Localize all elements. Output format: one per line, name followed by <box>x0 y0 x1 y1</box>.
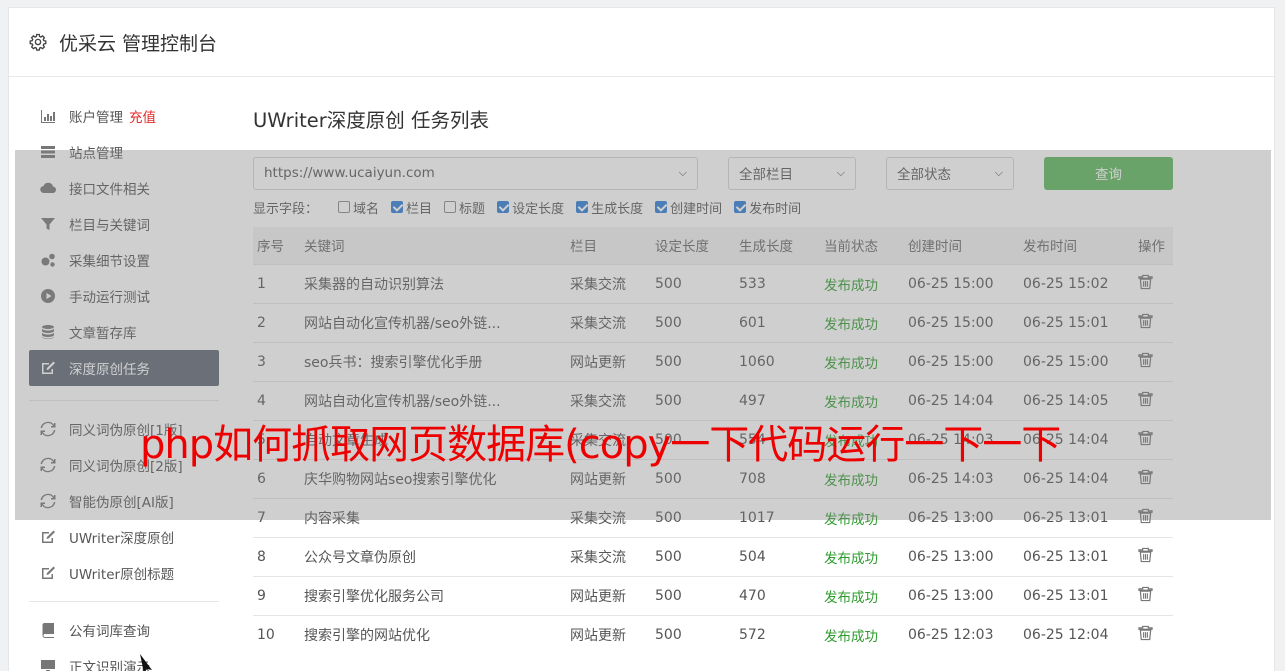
sidebar-divider <box>29 601 219 602</box>
cell-gen-length: 470 <box>735 575 820 615</box>
edit-icon <box>39 529 57 545</box>
cell-actions <box>1134 575 1173 615</box>
sidebar-item-account[interactable]: 账户管理 充值 <box>29 98 219 134</box>
cell-column: 采集交流 <box>566 536 651 576</box>
gear-icon <box>29 33 47 51</box>
cell-status: 发布成功 <box>820 575 904 615</box>
cell-set-length: 500 <box>651 536 735 576</box>
cell-status: 发布成功 <box>820 614 904 654</box>
sidebar-item-label: UWriter深度原创 <box>69 531 175 547</box>
cell-keyword: 搜索引擎的网站优化 <box>300 614 566 654</box>
book-icon <box>39 622 57 638</box>
cell-index: 8 <box>253 536 300 576</box>
cell-index: 10 <box>253 614 300 654</box>
cell-column: 网站更新 <box>566 614 651 654</box>
sidebar-item-text-recognition[interactable]: 正文识别演示 <box>29 648 219 671</box>
sidebar-item-uwriter-deep[interactable]: UWriter深度原创 <box>29 519 219 555</box>
sidebar-item-label: UWriter原创标题 <box>69 567 175 583</box>
table-row: 9 搜索引擎优化服务公司 网站更新 500 470 发布成功 06-25 13:00 06-2… <box>253 575 1173 615</box>
cell-keyword: 公众号文章伪原创 <box>300 536 566 576</box>
app-title: 优采云 管理控制台 <box>59 32 218 55</box>
cell-published: 06-25 13:01 <box>1019 536 1134 576</box>
table-row: 10 搜索引擎的网站优化 网站更新 500 572 发布成功 06-25 12:03 06-2… <box>253 614 1173 654</box>
trash-icon[interactable] <box>1138 547 1153 563</box>
cell-published: 06-25 12:04 <box>1019 614 1134 654</box>
cell-published: 06-25 13:01 <box>1019 575 1134 615</box>
sidebar-item-label: 公有词库查询 <box>69 624 150 640</box>
sidebar-item-public-lexicon[interactable]: 公有词库查询 <box>29 612 219 648</box>
cell-keyword: 搜索引擎优化服务公司 <box>300 575 566 615</box>
top-bar: 优采云 管理控制台 <box>9 8 1274 77</box>
trash-icon[interactable] <box>1138 586 1153 602</box>
cell-index: 9 <box>253 575 300 615</box>
cell-status: 发布成功 <box>820 536 904 576</box>
cell-created: 06-25 12:03 <box>904 614 1019 654</box>
table-row: 8 公众号文章伪原创 采集交流 500 504 发布成功 06-25 13:00 06-25 … <box>253 536 1173 576</box>
edit-icon <box>39 565 57 581</box>
watermark-text: php如何抓取网页数据库(copy一下代码运行一下一下 <box>140 422 1061 468</box>
recharge-link[interactable]: 充值 <box>129 106 156 126</box>
cell-column: 网站更新 <box>566 575 651 615</box>
page-title: UWriter深度原创 任务列表 <box>253 109 489 132</box>
cell-actions <box>1134 536 1173 576</box>
trash-icon[interactable] <box>1138 625 1153 641</box>
mouse-cursor-icon <box>140 654 152 671</box>
cell-gen-length: 572 <box>735 614 820 654</box>
cell-created: 06-25 13:00 <box>904 536 1019 576</box>
cell-gen-length: 504 <box>735 536 820 576</box>
cell-actions <box>1134 614 1173 654</box>
sidebar-item-uwriter-title[interactable]: UWriter原创标题 <box>29 555 219 591</box>
cell-set-length: 500 <box>651 614 735 654</box>
sidebar-item-label: 账户管理 <box>69 110 123 126</box>
cell-created: 06-25 13:00 <box>904 575 1019 615</box>
bar-chart-icon <box>39 108 57 124</box>
cell-set-length: 500 <box>651 575 735 615</box>
monitor-icon <box>39 658 57 671</box>
